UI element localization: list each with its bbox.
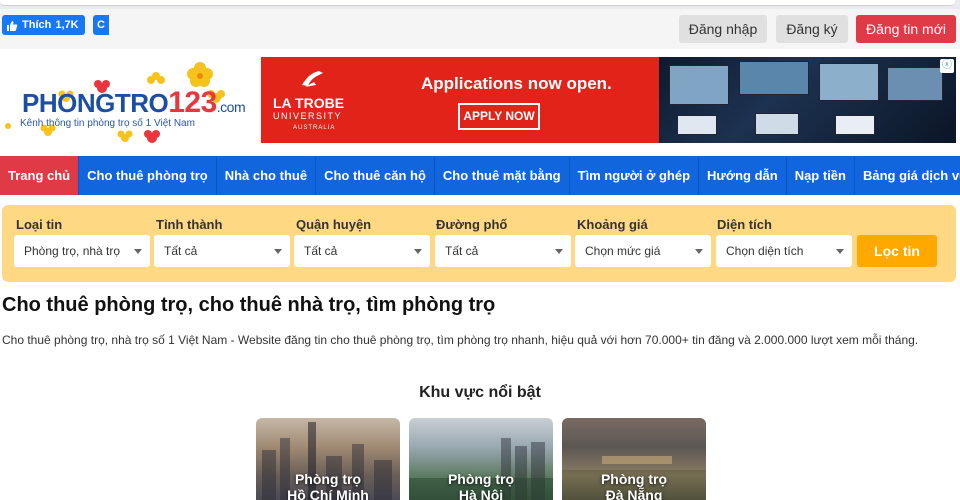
region-label: Phòng trọ Hà Nội xyxy=(409,471,553,500)
filter-type-label: Loại tin xyxy=(16,217,63,232)
banner-ad[interactable]: LA TROBE UNIVERSITY AUSTRALIA Applicatio… xyxy=(261,57,956,143)
filter-area: Diện tích xyxy=(705,217,772,232)
address-bar-edge xyxy=(0,0,955,6)
filter-district-value: Tất cả xyxy=(304,244,338,258)
ad-brand-country: AUSTRALIA xyxy=(293,125,336,131)
facebook-share-button[interactable]: C xyxy=(93,15,109,35)
main-nav: Trang chủ Cho thuê phòng trọ Nhà cho thu… xyxy=(0,156,960,195)
filter-district-label: Quận huyện xyxy=(296,217,372,232)
filter-province-label: Tỉnh thành xyxy=(156,217,223,232)
ad-headline: Applications now open. xyxy=(421,74,612,93)
chevron-down-icon xyxy=(134,249,142,254)
region-label-line1: Phòng trọ xyxy=(600,471,668,487)
region-label: Phòng trọ Hồ Chí Minh xyxy=(256,471,400,500)
filter-district: Quận huyện xyxy=(284,217,371,232)
region-label-line1: Phòng trọ xyxy=(294,471,362,487)
nav-item-topup[interactable]: Nạp tiền xyxy=(787,156,855,195)
nav-item-houses[interactable]: Nhà cho thuê xyxy=(217,156,317,195)
site-logo[interactable]: PHONGTRO123.com Kênh thông tin phòng trọ… xyxy=(0,52,250,150)
region-label: Phòng trọ Đà Nẵng xyxy=(562,471,706,500)
region-card-hcm[interactable]: Phòng trọ Hồ Chí Minh xyxy=(256,418,400,500)
nav-item-rooms[interactable]: Cho thuê phòng trọ xyxy=(79,156,217,195)
search-filter: Loại tin Phòng trọ, nhà trọ Tỉnh thành T… xyxy=(2,205,956,282)
section-title: Khu vực nổi bật xyxy=(419,384,541,401)
chevron-down-icon xyxy=(555,249,563,254)
filter-area-select[interactable]: Chọn diện tích xyxy=(716,235,852,267)
thumbs-up-icon xyxy=(7,20,18,31)
nav-item-premises[interactable]: Cho thuê mặt bằng xyxy=(435,156,570,195)
bird-logo-icon xyxy=(302,71,323,87)
logo-main: PHONGTRO xyxy=(22,88,169,118)
filter-price-select[interactable]: Chọn mức giá xyxy=(575,235,711,267)
filter-street: Đường phố xyxy=(424,217,507,232)
logo-wordmark: PHONGTRO123.com xyxy=(22,86,246,120)
nav-item-guide[interactable]: Hướng dẫn xyxy=(699,156,787,195)
logo-tagline: Kênh thông tin phòng trọ số 1 Việt Nam xyxy=(20,118,195,129)
region-label-line1: Phòng trọ xyxy=(447,471,515,487)
region-card-hn[interactable]: Phòng trọ Hà Nội xyxy=(409,418,553,500)
top-bar: Thích 1,7K C Đăng nhập Đăng ký Đăng tin … xyxy=(0,9,960,49)
region-label-line2: Hà Nội xyxy=(458,487,504,500)
ad-brand-name: LA TROBE xyxy=(273,95,345,111)
region-label-line2: Đà Nẵng xyxy=(605,487,663,500)
filter-area-label: Diện tích xyxy=(717,217,772,232)
like-count: 1,7K xyxy=(55,19,79,31)
page-title: Cho thuê phòng trọ, cho thuê nhà trọ, tì… xyxy=(2,294,496,316)
chevron-down-icon xyxy=(274,249,282,254)
post-new-button[interactable]: Đăng tin mới xyxy=(856,15,956,43)
filter-type: Loại tin xyxy=(4,217,62,232)
region-label-line2: Hồ Chí Minh xyxy=(287,487,369,500)
ad-close-icon[interactable]: ⓧ xyxy=(940,59,954,73)
like-label: Thích xyxy=(22,19,52,31)
logo-tld: .com xyxy=(216,99,246,115)
nav-item-pricing[interactable]: Bảng giá dịch vụ xyxy=(855,156,960,195)
filter-price-label: Khoảng giá xyxy=(577,217,648,232)
nav-item-apartments[interactable]: Cho thuê căn hộ xyxy=(316,156,435,195)
filter-type-select[interactable]: Phòng trọ, nhà trọ xyxy=(14,235,150,267)
page-description: Cho thuê phòng trọ, nhà trọ số 1 Việt Na… xyxy=(2,333,919,347)
chevron-down-icon xyxy=(836,249,844,254)
ad-brand-sub: UNIVERSITY xyxy=(273,111,343,121)
filter-district-select[interactable]: Tất cả xyxy=(294,235,430,267)
browser-strip xyxy=(0,0,960,9)
filter-street-select[interactable]: Tất cả xyxy=(435,235,571,267)
filter-area-value: Chọn diện tích xyxy=(726,244,804,258)
filter-street-value: Tất cả xyxy=(445,244,479,258)
filter-street-label: Đường phố xyxy=(436,217,508,232)
region-card-dn[interactable]: Phòng trọ Đà Nẵng xyxy=(562,418,706,500)
register-button[interactable]: Đăng ký xyxy=(776,15,848,43)
filter-price: Khoảng giá xyxy=(565,217,648,232)
nav-item-home[interactable]: Trang chủ xyxy=(0,156,80,195)
chevron-down-icon xyxy=(414,249,422,254)
facebook-like-button[interactable]: Thích 1,7K xyxy=(2,15,85,35)
filter-province: Tỉnh thành xyxy=(144,217,222,232)
nav-item-roommates[interactable]: Tìm người ở ghép xyxy=(570,156,700,195)
logo-number: 123 xyxy=(168,86,217,119)
filter-price-value: Chọn mức giá xyxy=(585,244,661,258)
filter-submit-button[interactable]: Lọc tin xyxy=(857,235,937,267)
filter-province-select[interactable]: Tất cả xyxy=(154,235,290,267)
filter-type-value: Phòng trọ, nhà trọ xyxy=(24,244,121,258)
ad-apply-button[interactable]: APPLY NOW xyxy=(458,103,540,130)
login-button[interactable]: Đăng nhập xyxy=(679,15,767,43)
chevron-down-icon xyxy=(695,249,703,254)
filter-province-value: Tất cả xyxy=(164,244,198,258)
ad-photo xyxy=(659,57,956,143)
